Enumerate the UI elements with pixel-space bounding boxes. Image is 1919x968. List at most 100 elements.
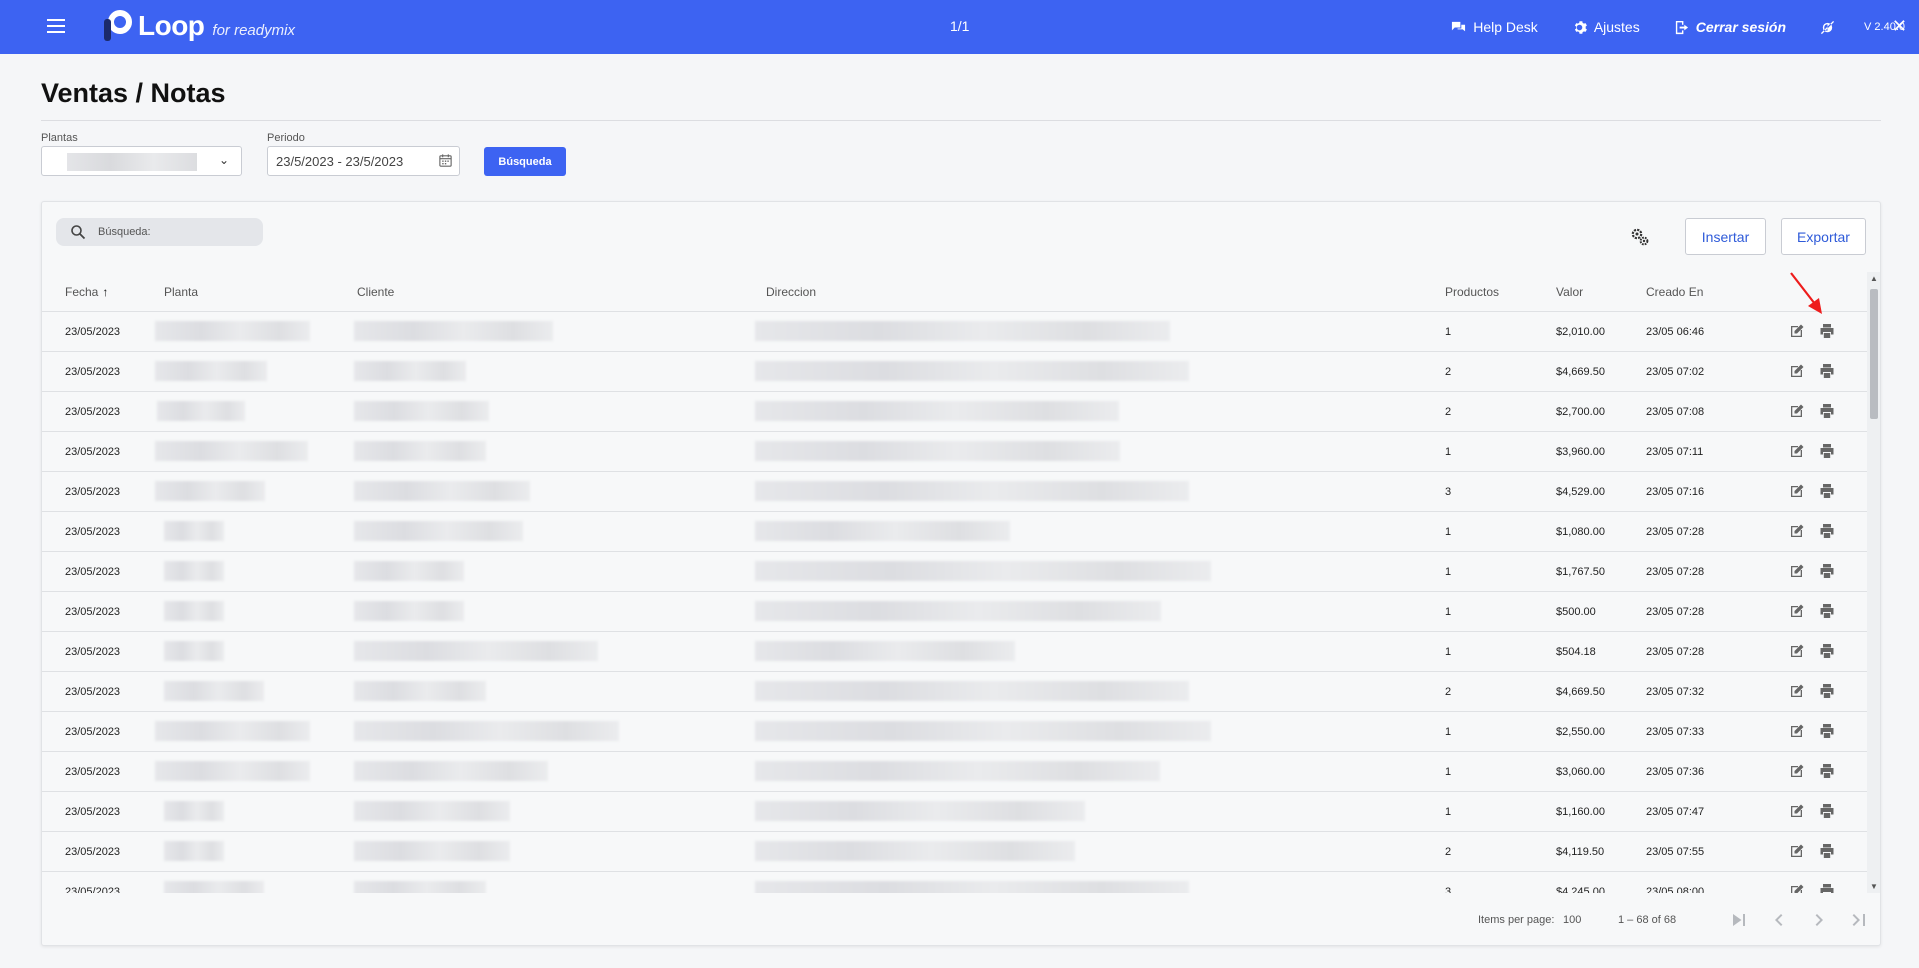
hamburger-menu-icon[interactable] (44, 15, 68, 39)
theme-toggle[interactable] (1820, 20, 1842, 35)
print-icon[interactable] (1819, 323, 1835, 339)
cell-creado: 23/05 07:28 (1646, 606, 1705, 618)
cell-creado: 23/05 07:33 (1646, 726, 1705, 738)
cell-planta-redacted (155, 721, 310, 741)
first-page-icon[interactable] (1727, 908, 1751, 932)
edit-icon[interactable] (1789, 883, 1805, 893)
cell-fecha: 23/05/2023 (65, 846, 121, 858)
cell-cliente-redacted (354, 361, 466, 381)
edit-icon[interactable] (1789, 323, 1805, 339)
column-header-planta[interactable]: Planta (164, 285, 198, 299)
edit-icon[interactable] (1789, 563, 1805, 579)
cell-direccion-redacted (755, 561, 1211, 581)
cell-direccion-redacted (755, 321, 1170, 341)
edit-icon[interactable] (1789, 763, 1805, 779)
print-icon[interactable] (1819, 523, 1835, 539)
export-button[interactable]: Exportar (1781, 218, 1866, 255)
edit-icon[interactable] (1789, 403, 1805, 419)
column-header-cliente[interactable]: Cliente (357, 285, 394, 299)
print-icon[interactable] (1819, 883, 1835, 893)
print-icon[interactable] (1819, 443, 1835, 459)
top-bar: Loop for readymix 1/1 Help Desk Ajustes … (0, 0, 1919, 54)
cell-creado: 23/05 07:47 (1646, 806, 1705, 818)
settings-link[interactable]: Ajustes (1572, 19, 1640, 35)
insert-button[interactable]: Insertar (1685, 218, 1766, 255)
cell-planta-redacted (155, 481, 265, 501)
edit-icon[interactable] (1789, 803, 1805, 819)
table-row[interactable]: 23/05/2023 2 $4,119.50 23/05 07:55 (42, 832, 1867, 872)
logout-link[interactable]: Cerrar sesión (1674, 19, 1786, 35)
edit-icon[interactable] (1789, 523, 1805, 539)
table-row[interactable]: 23/05/2023 3 $4,529.00 23/05 07:16 (42, 472, 1867, 512)
cell-fecha: 23/05/2023 (65, 486, 121, 498)
table-row[interactable]: 23/05/2023 1 $1,160.00 23/05 07:47 (42, 792, 1867, 832)
column-header-valor[interactable]: Valor (1556, 285, 1583, 299)
scroll-down-icon[interactable]: ▼ (1870, 882, 1878, 891)
previous-page-icon[interactable] (1767, 908, 1791, 932)
print-icon[interactable] (1819, 803, 1835, 819)
print-icon[interactable] (1819, 843, 1835, 859)
table-row[interactable]: 23/05/2023 1 $2,010.00 23/05 06:46 (42, 312, 1867, 352)
edit-icon[interactable] (1789, 683, 1805, 699)
edit-icon[interactable] (1789, 483, 1805, 499)
table-row[interactable]: 23/05/2023 1 $1,767.50 23/05 07:28 (42, 552, 1867, 592)
print-icon[interactable] (1819, 763, 1835, 779)
table-search-input[interactable]: Búsqueda: (56, 218, 263, 246)
print-icon[interactable] (1819, 483, 1835, 499)
cell-planta-redacted (164, 521, 224, 541)
print-icon[interactable] (1819, 563, 1835, 579)
edit-icon[interactable] (1789, 843, 1805, 859)
help-desk-link[interactable]: Help Desk (1451, 19, 1538, 35)
edit-icon[interactable] (1789, 443, 1805, 459)
table-row[interactable]: 23/05/2023 1 $3,060.00 23/05 07:36 (42, 752, 1867, 792)
edit-icon[interactable] (1789, 363, 1805, 379)
close-icon[interactable]: ✕ (1892, 16, 1907, 37)
cell-creado: 23/05 07:02 (1646, 366, 1705, 378)
column-header-fecha[interactable]: Fecha ↑ (65, 285, 108, 299)
plants-select[interactable]: ⌄ (41, 146, 242, 176)
table-row[interactable]: 23/05/2023 1 $1,080.00 23/05 07:28 (42, 512, 1867, 552)
table-row[interactable]: 23/05/2023 2 $2,700.00 23/05 07:08 (42, 392, 1867, 432)
cell-creado: 23/05 06:46 (1646, 326, 1705, 338)
cell-productos: 2 (1445, 686, 1452, 698)
table-row[interactable]: 23/05/2023 3 $4,245.00 23/05 08:00 (42, 872, 1867, 893)
column-header-productos[interactable]: Productos (1445, 285, 1499, 299)
print-icon[interactable] (1819, 603, 1835, 619)
edit-icon[interactable] (1789, 643, 1805, 659)
print-icon[interactable] (1819, 403, 1835, 419)
cell-cliente-redacted (354, 481, 530, 501)
next-page-icon[interactable] (1807, 908, 1831, 932)
items-per-page-select[interactable]: 100 (1563, 914, 1581, 926)
column-header-direccion[interactable]: Direccion (766, 285, 816, 299)
scroll-up-icon[interactable]: ▲ (1870, 274, 1878, 283)
cell-valor: $4,529.00 (1556, 486, 1605, 498)
print-icon[interactable] (1819, 643, 1835, 659)
table-row[interactable]: 23/05/2023 2 $4,669.50 23/05 07:02 (42, 352, 1867, 392)
table-row[interactable]: 23/05/2023 1 $2,550.00 23/05 07:33 (42, 712, 1867, 752)
page-range-label: 1 – 68 of 68 (1618, 914, 1677, 926)
period-date-range-input[interactable]: 23/5/2023 - 23/5/2023 (267, 146, 460, 176)
search-button[interactable]: Búsqueda (484, 147, 566, 176)
table-row[interactable]: 23/05/2023 1 $504.18 23/05 07:28 (42, 632, 1867, 672)
cell-planta-redacted (155, 441, 308, 461)
scrollbar-thumb[interactable] (1870, 289, 1878, 419)
table-row[interactable]: 23/05/2023 1 $500.00 23/05 07:28 (42, 592, 1867, 632)
table-row[interactable]: 23/05/2023 2 $4,669.50 23/05 07:32 (42, 672, 1867, 712)
logo-subtitle: for readymix (212, 21, 295, 39)
print-icon[interactable] (1819, 723, 1835, 739)
cell-cliente-redacted (354, 881, 486, 893)
column-settings-icon[interactable] (1629, 226, 1651, 248)
last-page-icon[interactable] (1847, 908, 1871, 932)
cell-valor: $3,060.00 (1556, 766, 1605, 778)
calendar-icon[interactable] (438, 153, 453, 168)
cell-direccion-redacted (755, 641, 1015, 661)
edit-icon[interactable] (1789, 603, 1805, 619)
cell-creado: 23/05 07:11 (1646, 446, 1704, 458)
table-scrollbar[interactable]: ▲ ▼ (1867, 272, 1880, 893)
logo-text: Loop (138, 10, 205, 41)
edit-icon[interactable] (1789, 723, 1805, 739)
print-icon[interactable] (1819, 363, 1835, 379)
print-icon[interactable] (1819, 683, 1835, 699)
table-row[interactable]: 23/05/2023 1 $3,960.00 23/05 07:11 (42, 432, 1867, 472)
column-header-creado[interactable]: Creado En (1646, 285, 1703, 299)
